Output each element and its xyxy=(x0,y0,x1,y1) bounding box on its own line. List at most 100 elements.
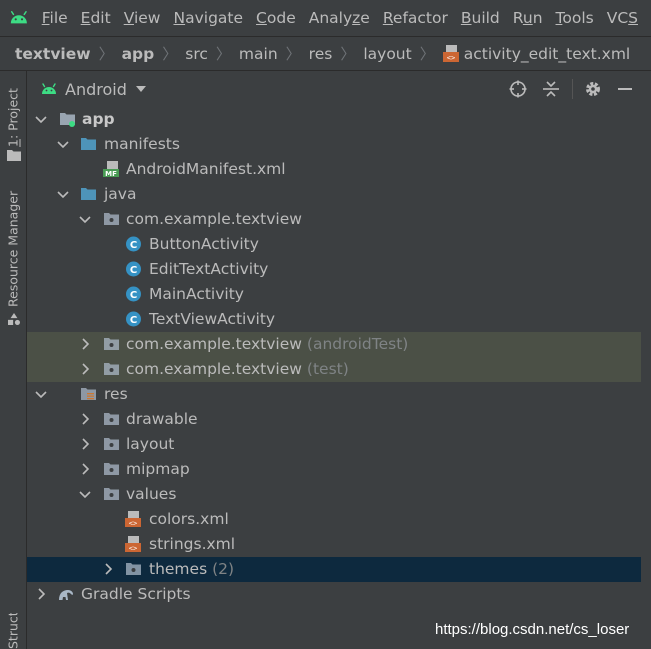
breadcrumb-item[interactable]: main xyxy=(239,45,278,63)
package-icon xyxy=(104,438,119,450)
tree-row[interactable]: res xyxy=(27,382,641,407)
tree-row[interactable]: mipmap xyxy=(27,457,641,482)
hide-panel-button[interactable] xyxy=(615,79,635,99)
chevron-right-icon[interactable] xyxy=(79,438,91,450)
tree-row[interactable]: C EditTextActivity xyxy=(27,257,641,282)
tree-row[interactable]: layout xyxy=(27,432,641,457)
tree-row[interactable]: values xyxy=(27,482,641,507)
chevron-right-icon[interactable] xyxy=(79,463,91,475)
chevron-right-icon[interactable] xyxy=(102,563,114,575)
menu-item[interactable]: Analyze xyxy=(309,9,370,27)
tab-structure[interactable]: Structure xyxy=(3,613,23,649)
tab-resource-manager[interactable]: Resource Manager xyxy=(3,189,23,307)
chevron-down-icon[interactable] xyxy=(57,138,69,150)
tree-row-name: mipmap xyxy=(126,460,190,478)
menu-item[interactable]: Tools xyxy=(556,9,594,27)
menu-item[interactable]: File xyxy=(42,9,68,27)
tree-row-label: Gradle Scripts xyxy=(81,585,191,603)
tree-row-label: MainActivity xyxy=(149,285,244,303)
tree-row[interactable]: java xyxy=(27,182,641,207)
breadcrumb-item[interactable]: src xyxy=(185,45,208,63)
menu-item[interactable]: View xyxy=(124,9,161,27)
tree-row-name: java xyxy=(104,185,137,203)
tree-row[interactable]: com.example.textview xyxy=(27,207,641,232)
chevron-right-icon[interactable] xyxy=(79,413,91,425)
tree-row-name: MainActivity xyxy=(149,285,244,303)
structure-label: Structure xyxy=(5,613,21,649)
package-icon xyxy=(104,338,119,350)
tab-project[interactable]: 1: Project xyxy=(3,81,23,147)
menu-item-text: N xyxy=(173,9,186,27)
tree-row[interactable]: com.example.textview (androidTest) xyxy=(27,332,641,357)
menu-list: File Edit View Navigate Code Analyze Refactor B… xyxy=(42,9,651,27)
breadcrumb: textview 〉 app 〉 src 〉 main 〉 res 〉 layout 〉 <> activ… xyxy=(0,37,651,71)
tree-row-name: Gradle Scripts xyxy=(81,585,191,603)
chevron-right-icon[interactable] xyxy=(35,588,47,600)
tree-row-label: mipmap xyxy=(126,460,190,478)
menu-item[interactable]: Build xyxy=(461,9,500,27)
tree-row[interactable]: themes (2) xyxy=(27,557,641,582)
minimize-icon xyxy=(618,88,632,90)
tree-row[interactable]: C TextViewActivity xyxy=(27,307,641,332)
folder-icon xyxy=(7,150,21,161)
tree-row-name: res xyxy=(104,385,128,403)
tree-row-name: com.example.textview xyxy=(126,360,302,378)
breadcrumb-item[interactable]: activity_edit_text.xml xyxy=(464,45,631,63)
menu-item-text: dit xyxy=(90,9,111,27)
tree-row-name: AndroidManifest.xml xyxy=(126,160,286,178)
tree-row-name: ButtonActivity xyxy=(149,235,259,253)
tree-row-label: layout xyxy=(126,435,174,453)
shapes-icon xyxy=(8,313,20,325)
menu-item[interactable]: Edit xyxy=(81,9,111,27)
svg-text:C: C xyxy=(130,265,137,276)
chevron-down-icon[interactable] xyxy=(79,488,91,500)
chevron-right-icon[interactable] xyxy=(79,363,91,375)
tree-row-label: TextViewActivity xyxy=(149,310,275,328)
project-view-selector[interactable]: Android xyxy=(65,80,127,99)
menu-item[interactable]: Navigate xyxy=(174,9,244,27)
tree-row[interactable]: drawable xyxy=(27,407,641,432)
menu-item-text: iew xyxy=(133,9,161,27)
svg-text:C: C xyxy=(130,290,137,301)
chevron-down-icon[interactable] xyxy=(135,86,146,92)
tree-row-name: manifests xyxy=(104,135,180,153)
chevron-right-icon[interactable] xyxy=(79,338,91,350)
breadcrumb-item[interactable]: layout xyxy=(363,45,411,63)
chevron-down-icon[interactable] xyxy=(35,388,47,400)
menu-item-text: V xyxy=(123,9,134,27)
menu-item[interactable]: Code xyxy=(256,9,296,27)
tree-row-name: values xyxy=(126,485,177,503)
tree-row[interactable]: C MainActivity xyxy=(27,282,641,307)
locate-file-button[interactable] xyxy=(508,79,528,99)
menu-item[interactable]: Run xyxy=(513,9,543,27)
module-folder-icon xyxy=(60,113,75,127)
chevron-down-icon[interactable] xyxy=(79,213,91,225)
settings-button[interactable] xyxy=(583,79,603,99)
package-icon xyxy=(104,488,119,500)
svg-text:C: C xyxy=(130,240,137,251)
breadcrumb-item[interactable]: textview xyxy=(15,45,91,63)
chevron-down-icon[interactable] xyxy=(57,188,69,200)
tree-row[interactable]: manifests xyxy=(27,132,641,157)
menu-item[interactable]: Refactor xyxy=(383,9,448,27)
menu-item-text: n xyxy=(532,9,543,27)
collapse-all-button[interactable] xyxy=(541,79,561,99)
scrollbar[interactable] xyxy=(641,107,651,649)
menu-item[interactable]: VCS xyxy=(607,9,638,27)
breadcrumb-item[interactable]: res xyxy=(309,45,333,63)
tree-row[interactable]: com.example.textview (test) xyxy=(27,357,641,382)
tree-row[interactable]: C ButtonActivity xyxy=(27,232,641,257)
breadcrumb-separator-icon: 〉 xyxy=(340,45,356,63)
tree-row[interactable]: app xyxy=(27,107,641,132)
tree-row[interactable]: Gradle Scripts xyxy=(27,582,641,607)
manifest-file-icon: MF xyxy=(103,161,119,177)
tree-row[interactable]: <> strings.xml xyxy=(27,532,641,557)
chevron-down-icon[interactable] xyxy=(35,113,47,125)
menu-item-text: ode xyxy=(266,9,296,27)
project-panel-toolbar: Android xyxy=(27,71,651,107)
tree-row[interactable]: MF AndroidManifest.xml xyxy=(27,157,641,182)
tree-row-name: com.example.textview xyxy=(126,210,302,228)
breadcrumb-item[interactable]: app xyxy=(122,45,155,63)
tree-row[interactable]: <> colors.xml xyxy=(27,507,641,532)
tree-row-name: app xyxy=(82,110,115,128)
